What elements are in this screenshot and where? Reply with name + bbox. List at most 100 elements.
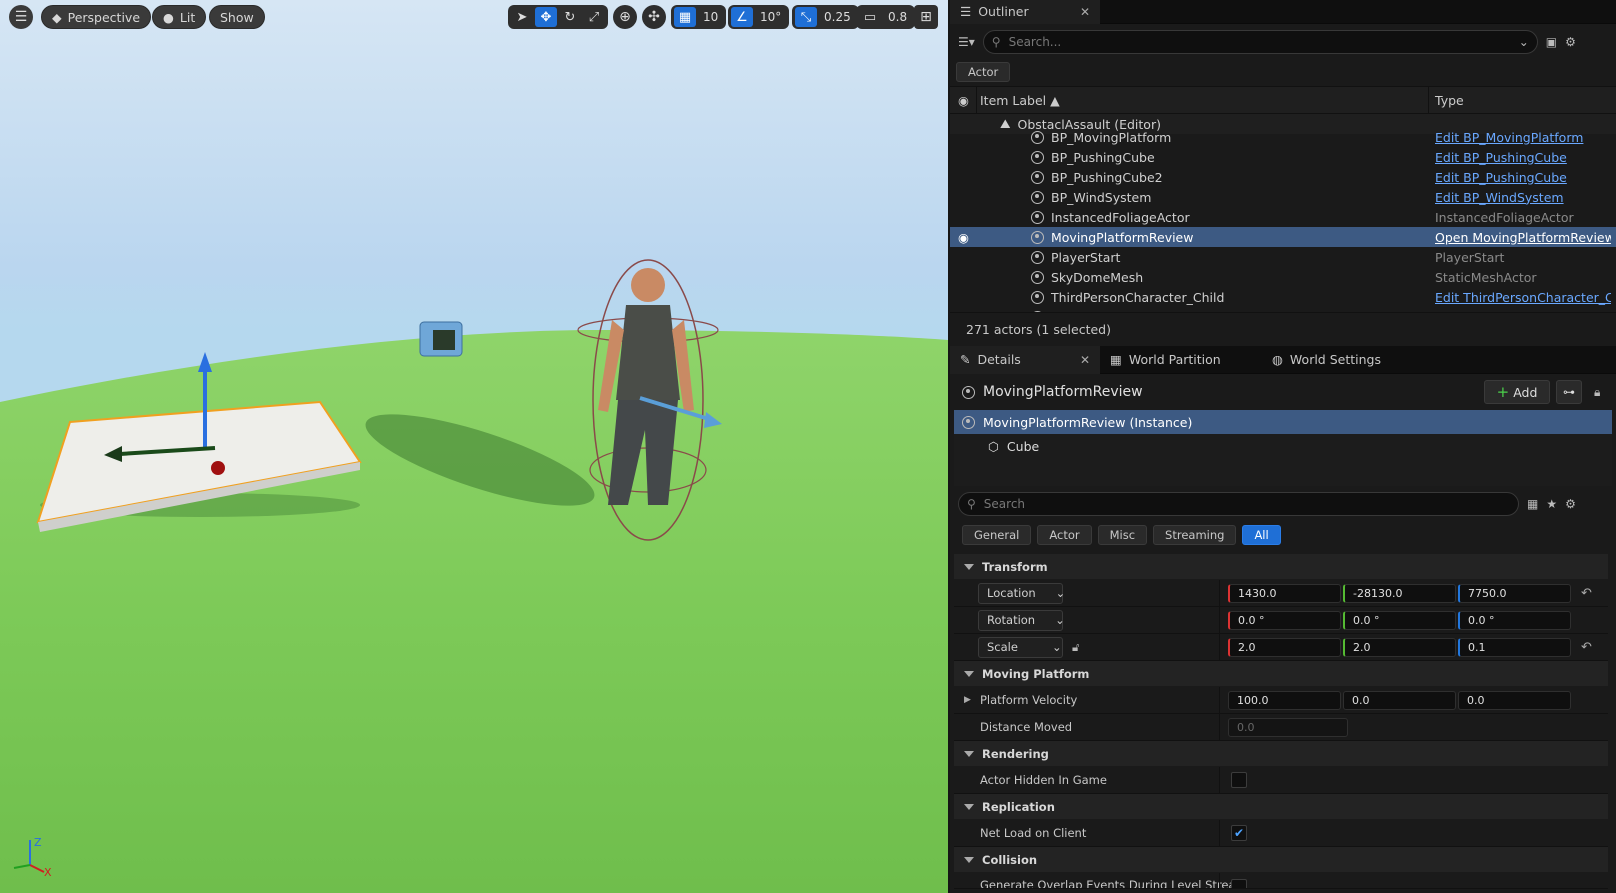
outliner-row-type[interactable]: Edit ThirdPersonCharacter_Ch	[1435, 290, 1611, 305]
close-icon[interactable]: ✕	[1080, 353, 1090, 367]
rotation-snap[interactable]: ∠ 10°	[728, 5, 790, 29]
outliner-row[interactable]: ◉ MovingPlatformReview Open MovingPlatform…	[950, 227, 1616, 247]
level-viewport[interactable]: Z X ☰ ◆ Perspective ● Lit Show ➤ ✥ ↻ ⤢ ⊕…	[0, 0, 948, 893]
surface-snap-button[interactable]: ✣	[642, 5, 666, 29]
world-local-button[interactable]: ⊕	[613, 5, 637, 29]
scale-snap-icon: ⤡	[795, 7, 817, 27]
filter-actor[interactable]: Actor	[1037, 525, 1092, 545]
scale-dropdown[interactable]: Scale ⌄	[978, 636, 1063, 658]
actor-icon	[1031, 270, 1044, 284]
section-rendering[interactable]: Rendering	[954, 741, 1608, 767]
lit-button[interactable]: ● Lit	[152, 5, 207, 29]
chevron-down-icon: ⌄	[1051, 640, 1062, 654]
unlock-icon[interactable]: 🔓︎	[1072, 640, 1079, 655]
lock-icon[interactable]: 🔒︎	[1594, 385, 1600, 400]
grid-icon: ▦	[674, 7, 696, 27]
scale-snap[interactable]: ⤡ 0.25	[792, 5, 859, 29]
velocity-z[interactable]: 0.0	[1458, 690, 1571, 710]
filter-general[interactable]: General	[962, 525, 1032, 545]
reset-icon[interactable]: ↶	[1581, 586, 1592, 601]
outliner-row-type: PlayerStart	[1435, 249, 1505, 265]
outliner-row[interactable]: BP_PushingCube Edit BP_PushingCube	[950, 147, 1616, 167]
scale-icon[interactable]: ⤢	[583, 7, 605, 27]
net-load-checkbox[interactable]: ✔	[1231, 825, 1247, 841]
chevron-down-icon[interactable]: ⌄	[1519, 35, 1529, 49]
col-item-label[interactable]: Item Label ▲	[980, 93, 1060, 108]
location-dropdown[interactable]: Location ⌄	[978, 582, 1065, 604]
section-moving-platform-title: Moving Platform	[982, 666, 1090, 681]
cube-icon: ⬡	[988, 438, 999, 454]
outliner-row[interactable]: VFX_MeshClouds_Base NiagaraActor	[950, 307, 1616, 312]
perspective-button[interactable]: ◆ Perspective	[41, 5, 152, 29]
translate-icon[interactable]: ✥	[535, 7, 557, 27]
actor-name: MovingPlatformReview	[983, 384, 1143, 400]
overlap-events-checkbox[interactable]	[1231, 879, 1247, 888]
filter-icon[interactable]: ☰▾	[958, 35, 975, 49]
blueprint-button[interactable]: ⊶	[1556, 380, 1582, 404]
select-icon[interactable]: ➤	[511, 7, 533, 27]
section-replication[interactable]: Replication	[954, 794, 1608, 820]
location-z[interactable]: 7750.0	[1458, 583, 1571, 603]
scale-z[interactable]: 0.1	[1458, 637, 1571, 657]
viewport-menu-button[interactable]: ☰	[9, 5, 33, 29]
outliner-row[interactable]: BP_MovingPlatform Edit BP_MovingPlatform	[950, 127, 1616, 147]
outliner-row[interactable]: ThirdPersonCharacter_Child Edit ThirdPers…	[950, 287, 1616, 307]
show-button[interactable]: Show	[209, 5, 265, 29]
outliner-row[interactable]: InstancedFoliageActor InstancedFoliageAct…	[950, 207, 1616, 227]
scale-x[interactable]: 2.0	[1228, 637, 1341, 657]
actor-filter-chip[interactable]: Actor	[956, 62, 1011, 82]
outliner-row-type[interactable]: Edit BP_MovingPlatform	[1435, 130, 1611, 145]
expand-icon[interactable]: ▶	[964, 695, 971, 705]
tab-world-partition[interactable]: ▦ World Partition	[1100, 346, 1262, 374]
section-moving-platform[interactable]: Moving Platform	[954, 661, 1608, 687]
star-icon[interactable]: ★	[1546, 497, 1557, 511]
rotation-dropdown[interactable]: Rotation ⌄	[978, 609, 1065, 631]
outliner-row-type[interactable]: Edit BP_PushingCube	[1435, 150, 1611, 165]
rotation-x[interactable]: 0.0 °	[1228, 610, 1341, 630]
outliner-row[interactable]: PlayerStart PlayerStart	[950, 247, 1616, 267]
tab-details[interactable]: ✎ Details ✕	[950, 345, 1100, 374]
actor-icon	[1031, 310, 1044, 312]
outliner-row-type[interactable]: Open MovingPlatformReview	[1435, 230, 1611, 245]
actor-hidden-checkbox[interactable]	[1231, 772, 1247, 788]
outliner-row[interactable]: BP_PushingCube2 Edit BP_PushingCube	[950, 167, 1616, 187]
rotate-icon[interactable]: ↻	[559, 7, 581, 27]
camera-speed[interactable]: ▭ 0.8	[856, 5, 916, 29]
component-cube[interactable]: ⬡ Cube	[954, 434, 1612, 458]
close-icon[interactable]: ✕	[1080, 5, 1090, 19]
gear-icon[interactable]: ⚙	[1565, 35, 1576, 49]
velocity-x[interactable]: 100.0	[1228, 690, 1341, 710]
section-collision[interactable]: Collision	[954, 847, 1608, 873]
table-view-icon[interactable]: ▦	[1527, 497, 1538, 511]
eye-icon[interactable]: ◉	[958, 230, 969, 245]
distance-moved-label: Distance Moved	[980, 720, 1073, 734]
velocity-y[interactable]: 0.0	[1343, 690, 1456, 710]
scale-y[interactable]: 2.0	[1343, 637, 1456, 657]
section-transform[interactable]: Transform	[954, 554, 1608, 580]
details-search-input[interactable]: ⚲ Search	[958, 492, 1519, 516]
filter-streaming[interactable]: Streaming	[1153, 525, 1237, 545]
tab-outliner[interactable]: ☰ Outliner ✕	[950, 0, 1100, 24]
outliner-row[interactable]: BP_WindSystem Edit BP_WindSystem	[950, 187, 1616, 207]
add-component-button[interactable]: + Add	[1484, 380, 1550, 404]
location-y[interactable]: -28130.0	[1343, 583, 1456, 603]
rotation-z[interactable]: 0.0 °	[1458, 610, 1571, 630]
outliner-row-type[interactable]: Edit BP_WindSystem	[1435, 190, 1611, 205]
rotation-y[interactable]: 0.0 °	[1343, 610, 1456, 630]
col-type[interactable]: Type	[1435, 93, 1464, 108]
tab-world-settings[interactable]: ◍ World Settings	[1262, 346, 1412, 374]
filter-all[interactable]: All	[1242, 525, 1281, 545]
outliner-row-type[interactable]: Edit BP_PushingCube	[1435, 170, 1611, 185]
add-folder-icon[interactable]: ▣	[1546, 35, 1557, 49]
filter-misc[interactable]: Misc	[1097, 525, 1148, 545]
eye-icon[interactable]: ◉	[958, 93, 969, 108]
gear-icon[interactable]: ⚙	[1565, 497, 1576, 511]
grid-snap[interactable]: ▦ 10	[671, 5, 727, 29]
reset-icon[interactable]: ↶	[1581, 640, 1592, 655]
location-x[interactable]: 1430.0	[1228, 583, 1341, 603]
outliner-search-input[interactable]: ⚲ Search... ⌄	[982, 30, 1538, 54]
outliner-row[interactable]: SkyDomeMesh StaticMeshActor	[950, 267, 1616, 287]
outliner-row-type: NiagaraActor	[1435, 310, 1611, 313]
layout-button[interactable]: ⊞	[914, 5, 938, 29]
component-root[interactable]: MovingPlatformReview (Instance)	[954, 410, 1612, 434]
